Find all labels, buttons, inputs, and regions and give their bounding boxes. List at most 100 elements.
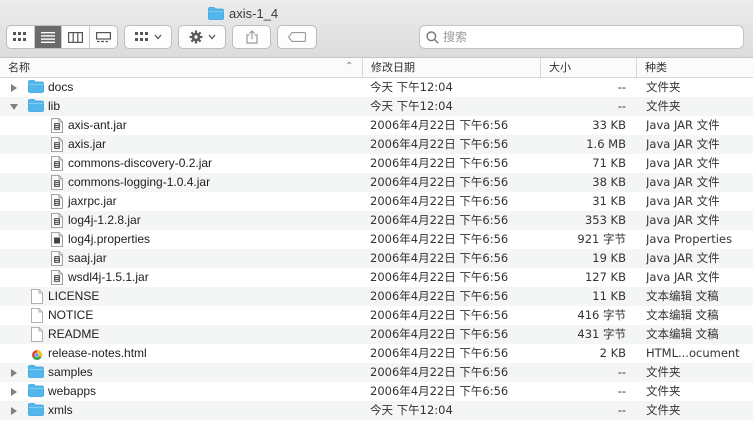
- group-by-button[interactable]: [124, 25, 172, 49]
- file-row[interactable]: saaj.jar 2006年4月22日 下午6:56 19 KB Java JAR 文…: [0, 249, 753, 268]
- column-view-button[interactable]: [62, 26, 90, 48]
- file-size: 2 KB: [599, 346, 626, 360]
- file-row[interactable]: commons-logging-1.0.4.jar 2006年4月22日 下午6:…: [0, 173, 753, 192]
- window-title-text: axis-1_4: [229, 5, 279, 21]
- jar-file-icon: [51, 118, 63, 135]
- file-row[interactable]: axis-ant.jar 2006年4月22日 下午6:56 33 KB Java J…: [0, 116, 753, 135]
- text-document-icon: [31, 308, 43, 325]
- jar-file-icon: [51, 137, 63, 154]
- file-row[interactable]: log4j-1.2.8.jar 2006年4月22日 下午6:56 353 KB Ja…: [0, 211, 753, 230]
- file-kind: 文件夹: [646, 365, 681, 379]
- search-field[interactable]: [419, 25, 744, 49]
- properties-file-icon: [51, 232, 63, 249]
- file-size: 1.6 MB: [586, 137, 626, 151]
- jar-file-icon: [51, 213, 63, 230]
- edit-tags-button[interactable]: [277, 25, 317, 49]
- file-row[interactable]: LICENSE 2006年4月22日 下午6:56 11 KB 文本编辑 文稿: [0, 287, 753, 306]
- list-view-button[interactable]: [34, 26, 63, 48]
- column-header-name-label: 名称: [8, 61, 30, 74]
- file-kind: Java JAR 文件: [646, 137, 720, 151]
- column-header-size[interactable]: 大小: [540, 58, 636, 78]
- gallery-view-button[interactable]: [90, 26, 117, 48]
- chevron-down-icon: [208, 34, 215, 40]
- file-row[interactable]: docs 今天 下午12:04 -- 文件夹: [0, 78, 753, 97]
- file-size: 71 KB: [592, 156, 626, 170]
- file-kind: 文本编辑 文稿: [646, 289, 719, 303]
- file-date: 2006年4月22日 下午6:56: [370, 289, 509, 303]
- disclosure-triangle-closed-icon[interactable]: [11, 388, 17, 396]
- text-document-icon: [31, 289, 43, 306]
- file-row[interactable]: README 2006年4月22日 下午6:56 431 字节 文本编辑 文稿: [0, 325, 753, 344]
- file-size: --: [617, 99, 626, 113]
- file-date: 2006年4月22日 下午6:56: [370, 213, 509, 227]
- file-name: release-notes.html: [48, 346, 147, 360]
- file-size: --: [617, 80, 626, 94]
- search-input[interactable]: [443, 30, 723, 44]
- window-titlebar: axis-1_4: [0, 0, 753, 58]
- file-date: 2006年4月22日 下午6:56: [370, 346, 509, 360]
- column-header-date[interactable]: 修改日期: [362, 58, 540, 78]
- file-date: 2006年4月22日 下午6:56: [370, 232, 509, 246]
- file-kind: Java JAR 文件: [646, 175, 720, 189]
- file-date: 2006年4月22日 下午6:56: [370, 118, 509, 132]
- file-size: 33 KB: [592, 118, 626, 132]
- file-kind: HTML...ocument: [646, 346, 740, 360]
- window-title: axis-1_4: [208, 4, 278, 22]
- file-name-cell: README: [0, 325, 362, 344]
- file-row[interactable]: commons-discovery-0.2.jar 2006年4月22日 下午6:…: [0, 154, 753, 173]
- file-row[interactable]: release-notes.html 2006年4月22日 下午6:56 2 KB H…: [0, 344, 753, 363]
- file-date: 2006年4月22日 下午6:56: [370, 137, 509, 151]
- column-header-name[interactable]: 名称: [0, 58, 362, 78]
- disclosure-triangle-closed-icon[interactable]: [11, 84, 17, 92]
- file-kind: Java JAR 文件: [646, 251, 720, 265]
- disclosure-triangle-closed-icon[interactable]: [11, 369, 17, 377]
- file-kind: 文件夹: [646, 403, 681, 417]
- file-date: 2006年4月22日 下午6:56: [370, 194, 509, 208]
- file-name-cell: samples: [0, 363, 362, 382]
- file-row[interactable]: jaxrpc.jar 2006年4月22日 下午6:56 31 KB Java JAR…: [0, 192, 753, 211]
- file-date: 今天 下午12:04: [370, 403, 453, 417]
- file-size: --: [617, 365, 626, 379]
- file-date: 2006年4月22日 下午6:56: [370, 270, 509, 284]
- file-name: README: [48, 327, 100, 341]
- action-button[interactable]: [178, 25, 226, 49]
- folder-icon: [28, 384, 44, 401]
- icon-view-button[interactable]: [7, 26, 35, 48]
- file-name: NOTICE: [48, 308, 94, 322]
- disclosure-triangle-closed-icon[interactable]: [11, 407, 17, 415]
- empty-row: [0, 420, 753, 428]
- file-size: 353 KB: [584, 213, 626, 227]
- file-date: 2006年4月22日 下午6:56: [370, 251, 509, 265]
- file-name-cell: xmls: [0, 401, 362, 420]
- toolbar: [0, 25, 753, 51]
- disclosure-triangle-open-icon[interactable]: [10, 104, 18, 110]
- file-size: 31 KB: [592, 194, 626, 208]
- folder-icon: [28, 99, 44, 116]
- file-row[interactable]: log4j.properties 2006年4月22日 下午6:56 921 字节 J…: [0, 230, 753, 249]
- file-name-cell: NOTICE: [0, 306, 362, 325]
- column-header-kind[interactable]: 种类: [636, 58, 753, 78]
- file-row[interactable]: wsdl4j-1.5.1.jar 2006年4月22日 下午6:56 127 KB J…: [0, 268, 753, 287]
- file-row[interactable]: webapps 2006年4月22日 下午6:56 -- 文件夹: [0, 382, 753, 401]
- file-name: commons-logging-1.0.4.jar: [68, 175, 211, 189]
- file-name-cell: jaxrpc.jar: [0, 192, 362, 211]
- list-view-icon: [40, 31, 55, 43]
- file-name-cell: docs: [0, 78, 362, 97]
- file-size: 431 字节: [577, 327, 626, 341]
- file-name-cell: release-notes.html: [0, 344, 362, 363]
- file-row[interactable]: samples 2006年4月22日 下午6:56 -- 文件夹: [0, 363, 753, 382]
- file-date: 2006年4月22日 下午6:56: [370, 175, 509, 189]
- file-kind: Java Properties: [646, 232, 733, 246]
- share-button[interactable]: [232, 25, 271, 49]
- folder-icon: [28, 80, 44, 97]
- file-row[interactable]: xmls 今天 下午12:04 -- 文件夹: [0, 401, 753, 420]
- file-name: commons-discovery-0.2.jar: [68, 156, 213, 170]
- file-name-cell: axis.jar: [0, 135, 362, 154]
- file-name: docs: [48, 80, 74, 94]
- file-row[interactable]: axis.jar 2006年4月22日 下午6:56 1.6 MB Java JAR …: [0, 135, 753, 154]
- file-row[interactable]: NOTICE 2006年4月22日 下午6:56 416 字节 文本编辑 文稿: [0, 306, 753, 325]
- file-size: 19 KB: [592, 251, 626, 265]
- sort-ascending-icon: ⌃: [345, 61, 354, 72]
- jar-file-icon: [51, 251, 63, 268]
- file-row[interactable]: lib 今天 下午12:04 -- 文件夹: [0, 97, 753, 116]
